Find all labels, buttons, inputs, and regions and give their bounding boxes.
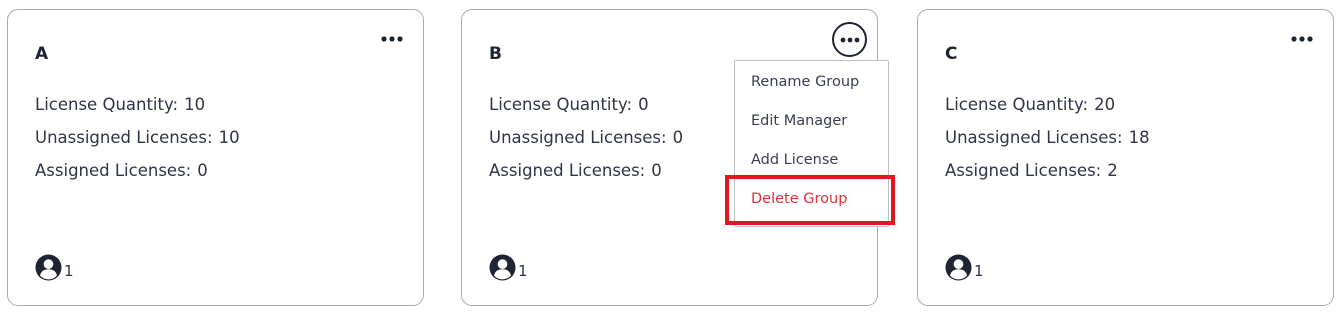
more-options-button[interactable] [1285, 25, 1319, 53]
unassigned-licenses-line: Unassigned Licenses: 0 [489, 121, 683, 154]
group-card-a: A License Quantity: 10 Unassigned Licens… [7, 9, 424, 306]
unassigned-licenses-label: Unassigned Licenses: [489, 128, 667, 147]
group-name: C [945, 44, 958, 64]
member-count[interactable]: 1 [35, 254, 74, 281]
assigned-licenses-line: Assigned Licenses: 2 [945, 154, 1150, 187]
more-options-button[interactable] [375, 25, 409, 53]
license-quantity-line: License Quantity: 10 [35, 88, 240, 121]
assigned-licenses-label: Assigned Licenses: [35, 161, 192, 180]
assigned-licenses-line: Assigned Licenses: 0 [35, 154, 240, 187]
license-quantity-label: License Quantity: [945, 95, 1089, 114]
license-stats: License Quantity: 20 Unassigned Licenses… [945, 88, 1150, 187]
license-quantity-line: License Quantity: 20 [945, 88, 1150, 121]
license-stats: License Quantity: 0 Unassigned Licenses:… [489, 88, 683, 187]
group-name: B [489, 44, 502, 64]
member-count-value: 1 [518, 261, 528, 280]
unassigned-licenses-line: Unassigned Licenses: 10 [35, 121, 240, 154]
menu-item-edit-manager[interactable]: Edit Manager [735, 102, 888, 141]
license-stats: License Quantity: 10 Unassigned Licenses… [35, 88, 240, 187]
group-card-b: B License Quantity: 0 Unassigned License… [461, 9, 889, 306]
more-horizontal-icon [381, 36, 403, 42]
member-count[interactable]: 1 [945, 254, 984, 281]
group-options-menu: Rename Group Edit Manager Add License De… [734, 60, 889, 227]
license-quantity-line: License Quantity: 0 [489, 88, 683, 121]
user-circle-icon [489, 254, 516, 281]
unassigned-licenses-line: Unassigned Licenses: 18 [945, 121, 1150, 154]
more-options-button[interactable] [832, 22, 867, 57]
license-quantity-label: License Quantity: [489, 95, 633, 114]
member-count[interactable]: 1 [489, 254, 528, 281]
assigned-licenses-label: Assigned Licenses: [945, 161, 1102, 180]
menu-item-delete-group[interactable]: Delete Group [735, 180, 888, 219]
menu-item-add-license[interactable]: Add License [735, 141, 888, 180]
member-count-value: 1 [974, 261, 984, 280]
group-card-c: C License Quantity: 20 Unassigned Licens… [917, 9, 1334, 306]
assigned-licenses-line: Assigned Licenses: 0 [489, 154, 683, 187]
unassigned-licenses-value: 10 [218, 128, 240, 147]
unassigned-licenses-label: Unassigned Licenses: [35, 128, 213, 147]
assigned-licenses-value: 2 [1107, 161, 1118, 180]
user-circle-icon [35, 254, 62, 281]
license-quantity-value: 10 [184, 95, 206, 114]
license-quantity-value: 0 [638, 95, 649, 114]
group-name: A [35, 44, 49, 64]
assigned-licenses-label: Assigned Licenses: [489, 161, 646, 180]
license-quantity-value: 20 [1094, 95, 1116, 114]
menu-item-rename-group[interactable]: Rename Group [735, 63, 888, 102]
more-horizontal-icon [840, 37, 859, 42]
assigned-licenses-value: 0 [651, 161, 662, 180]
license-quantity-label: License Quantity: [35, 95, 179, 114]
unassigned-licenses-value: 0 [672, 128, 684, 147]
unassigned-licenses-label: Unassigned Licenses: [945, 128, 1123, 147]
assigned-licenses-value: 0 [197, 161, 208, 180]
unassigned-licenses-value: 18 [1128, 128, 1150, 147]
more-horizontal-icon [1291, 36, 1313, 42]
member-count-value: 1 [64, 261, 74, 280]
user-circle-icon [945, 254, 972, 281]
